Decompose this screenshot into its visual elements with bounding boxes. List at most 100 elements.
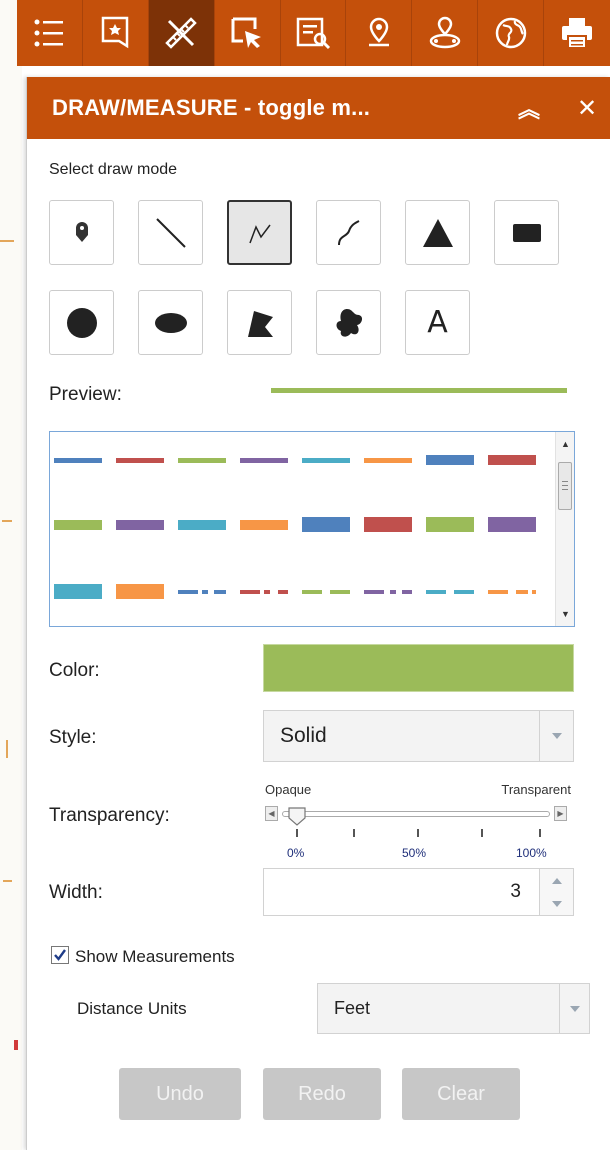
- slider-track[interactable]: [282, 811, 550, 817]
- line-style-option[interactable]: [302, 458, 350, 463]
- line-style-option[interactable]: [426, 517, 474, 532]
- print-icon: [562, 18, 593, 49]
- style-select[interactable]: Solid: [263, 710, 574, 762]
- line-style-option[interactable]: [178, 590, 226, 594]
- line-style-option[interactable]: [116, 584, 164, 599]
- draw-mode-polyline-button[interactable]: [227, 200, 292, 265]
- color-picker[interactable]: [263, 644, 574, 692]
- line-style-list[interactable]: ▲ ▼: [49, 431, 575, 627]
- line-style-scrollbar[interactable]: ▲ ▼: [555, 432, 574, 626]
- bookmark-icon: [102, 16, 129, 49]
- draw-measure-tool[interactable]: [148, 0, 215, 66]
- draw-mode-polygon-button[interactable]: [227, 290, 292, 355]
- triangle-icon: [422, 218, 453, 247]
- nearby-tool[interactable]: [412, 0, 479, 66]
- line-style-option[interactable]: [426, 455, 474, 465]
- style-select-value: Solid: [280, 724, 327, 747]
- slider-min-label: Opaque: [265, 782, 312, 797]
- line-style-option[interactable]: [302, 590, 350, 594]
- panel-header: DRAW/MEASURE - toggle m... ︽ ✕: [27, 77, 610, 139]
- line-icon: [155, 217, 186, 248]
- line-style-option[interactable]: [116, 520, 164, 530]
- spin-up-icon[interactable]: [540, 869, 573, 892]
- show-measurements-label[interactable]: Show Measurements: [75, 947, 235, 967]
- scroll-up-arrow-icon[interactable]: ▲: [556, 434, 574, 453]
- line-style-option[interactable]: [54, 584, 102, 599]
- print-tool[interactable]: [544, 0, 610, 66]
- line-style-option[interactable]: [488, 590, 536, 594]
- widget-toolbar: [17, 0, 610, 66]
- line-style-swatches: [54, 455, 536, 599]
- circle-icon: [66, 307, 97, 338]
- slider-handle[interactable]: [287, 806, 307, 826]
- draw-mode-text-button[interactable]: A: [405, 290, 470, 355]
- preview-label: Preview:: [49, 384, 122, 405]
- clear-button[interactable]: Clear: [402, 1068, 520, 1120]
- text-icon: A: [427, 305, 448, 340]
- ellipse-icon: [154, 312, 187, 333]
- draw-mode-freehand-polygon-button[interactable]: [316, 290, 381, 355]
- line-style-option[interactable]: [488, 517, 536, 532]
- bookmark-tool[interactable]: [83, 0, 149, 66]
- scroll-thumb[interactable]: [558, 462, 572, 510]
- line-style-option[interactable]: [54, 520, 102, 530]
- chevron-down-icon[interactable]: [559, 984, 589, 1033]
- select-icon: [231, 17, 262, 48]
- show-measurements-checkbox[interactable]: [51, 946, 69, 964]
- basemap-gallery-tool[interactable]: [478, 0, 545, 66]
- freehand-polygon-icon: [336, 308, 362, 337]
- collapse-icon[interactable]: ︽: [515, 94, 543, 122]
- draw-mode-line-button[interactable]: [138, 200, 203, 265]
- layer-list-tool[interactable]: [17, 0, 83, 66]
- width-spinner[interactable]: 3: [263, 868, 574, 916]
- nearby-icon: [429, 16, 461, 49]
- scroll-down-arrow-icon[interactable]: ▼: [556, 604, 574, 623]
- checkmark-icon: [54, 949, 66, 961]
- select-tool[interactable]: [215, 0, 281, 66]
- redo-button[interactable]: Redo: [263, 1068, 381, 1120]
- line-style-option[interactable]: [240, 520, 288, 530]
- distance-units-value: Feet: [334, 998, 371, 1018]
- distance-units-select[interactable]: Feet: [317, 983, 590, 1034]
- line-style-option[interactable]: [364, 590, 412, 594]
- draw-mode-circle-button[interactable]: [49, 290, 114, 355]
- slider-decrement-icon[interactable]: ◀: [265, 806, 278, 821]
- line-style-option[interactable]: [240, 590, 288, 594]
- close-icon[interactable]: ✕: [573, 94, 601, 122]
- draw-mode-rectangle-button[interactable]: [494, 200, 559, 265]
- draw-mode-ellipse-button[interactable]: [138, 290, 203, 355]
- tick-label-100: 100%: [516, 846, 547, 860]
- transparency-slider[interactable]: Opaque Transparent ◀ ▶ 0% 50% 100%: [263, 782, 573, 862]
- query-tool[interactable]: [281, 0, 347, 66]
- line-style-option[interactable]: [488, 455, 536, 465]
- draw-mode-freehand-polyline-button[interactable]: [316, 200, 381, 265]
- line-style-option[interactable]: [54, 458, 102, 463]
- rectangle-icon: [512, 223, 541, 242]
- preview-line: [271, 388, 567, 393]
- location-tool[interactable]: [346, 0, 413, 66]
- chevron-down-icon[interactable]: [539, 711, 573, 761]
- map-background[interactable]: [0, 0, 22, 1150]
- line-style-option[interactable]: [364, 458, 412, 463]
- polygon-icon: [247, 310, 273, 337]
- spinner-buttons[interactable]: [539, 869, 573, 915]
- line-style-option[interactable]: [364, 517, 412, 532]
- distance-units-label: Distance Units: [77, 999, 187, 1018]
- line-style-option[interactable]: [178, 458, 226, 463]
- line-style-option[interactable]: [178, 520, 226, 530]
- line-style-option[interactable]: [116, 458, 164, 463]
- transparency-label: Transparency:: [49, 805, 170, 826]
- line-style-option[interactable]: [302, 517, 350, 532]
- draw-mode-point-button[interactable]: [49, 200, 114, 265]
- undo-button[interactable]: Undo: [119, 1068, 241, 1120]
- point-icon: [75, 221, 88, 242]
- line-style-option[interactable]: [426, 590, 474, 594]
- line-style-option[interactable]: [240, 458, 288, 463]
- slider-increment-icon[interactable]: ▶: [554, 806, 567, 821]
- draw-mode-triangle-button[interactable]: [405, 200, 470, 265]
- layer-list-icon: [34, 19, 64, 47]
- draw-measure-panel: DRAW/MEASURE - toggle m... ︽ ✕ Select dr…: [26, 77, 610, 1150]
- spin-down-icon[interactable]: [540, 892, 573, 915]
- query-icon: [296, 17, 331, 50]
- basemap-gallery-icon: [495, 17, 526, 49]
